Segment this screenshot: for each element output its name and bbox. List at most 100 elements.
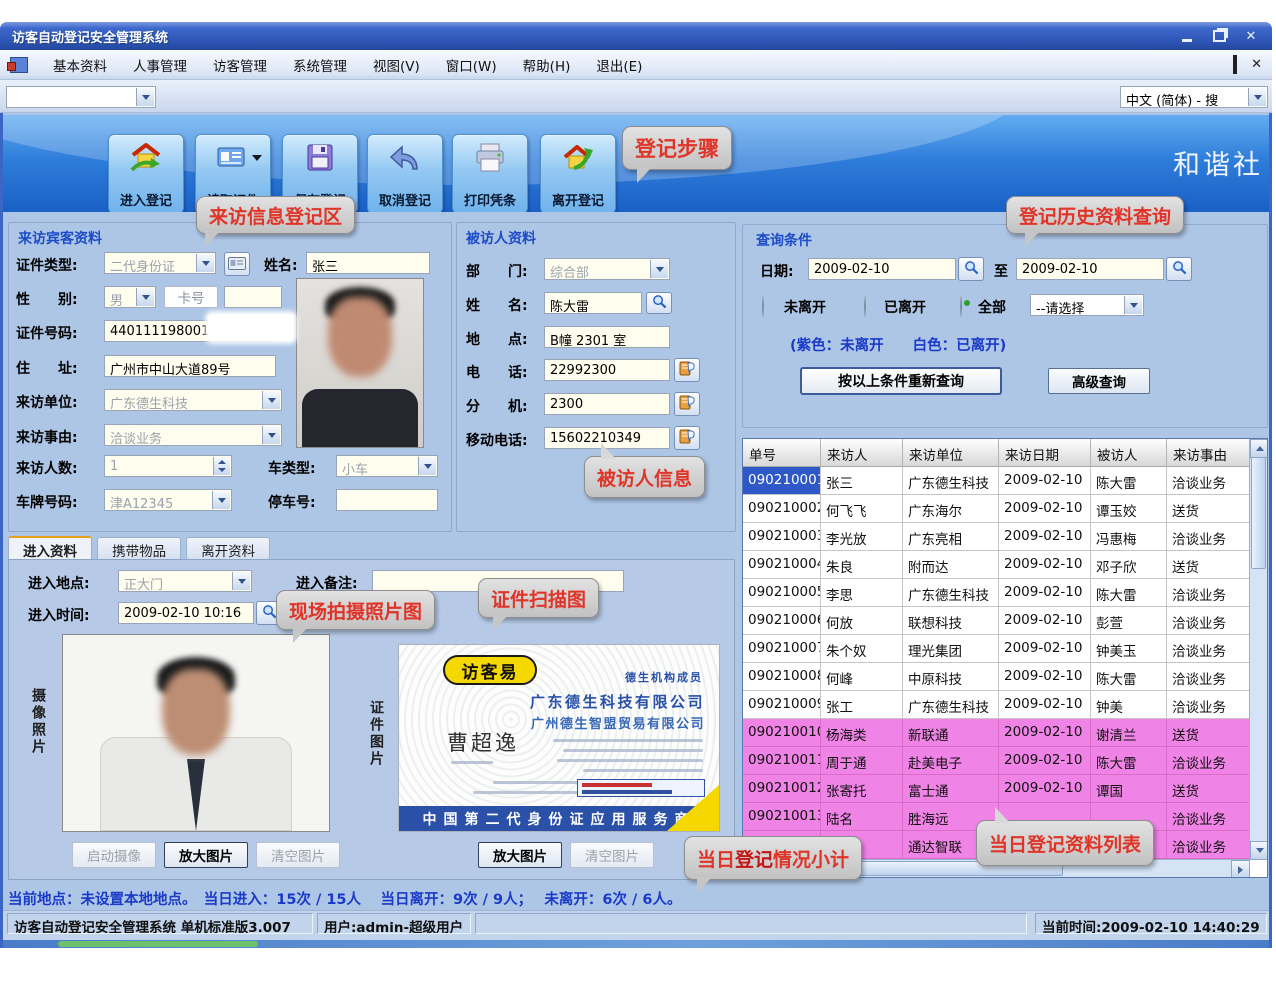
menu-item-help[interactable]: 帮助(H)	[510, 55, 584, 75]
visit-reason-combobox[interactable]: 洽谈业务	[104, 424, 282, 446]
gender-combobox[interactable]: 男	[104, 286, 156, 308]
zoom-photo-button-right[interactable]: 放大图片	[478, 842, 562, 868]
table-cell[interactable]: 2009-02-10	[999, 523, 1091, 551]
table-row[interactable]: 090210003李光放广东亮相2009-02-10冯惠梅洽谈业务	[743, 523, 1267, 551]
requery-button[interactable]: 按以上条件重新查询	[800, 367, 1002, 395]
table-cell[interactable]: 2009-02-10	[999, 775, 1091, 803]
scroll-up-icon[interactable]	[1250, 439, 1268, 458]
table-cell[interactable]: 邓子欣	[1091, 551, 1167, 579]
table-cell[interactable]: 2009-02-10	[999, 607, 1091, 635]
visit-company-combobox[interactable]: 广东德生科技	[104, 389, 282, 411]
table-cell[interactable]: 新联通	[903, 719, 999, 747]
table-cell[interactable]: 理光集团	[903, 635, 999, 663]
table-header[interactable]: 来访人	[821, 439, 903, 466]
start-camera-button[interactable]: 启动摄像	[72, 842, 156, 868]
table-cell[interactable]: 2009-02-10	[999, 663, 1091, 691]
table-cell[interactable]: 张三	[821, 467, 903, 495]
dial-ext-button[interactable]	[674, 392, 700, 416]
table-cell[interactable]: 何峰	[821, 663, 903, 691]
dept-combobox[interactable]: 综合部	[544, 258, 670, 280]
table-row[interactable]: 090210011周于通赴美电子2009-02-10陈大雷洽谈业务	[743, 747, 1267, 775]
table-cell[interactable]: 090210007	[743, 635, 821, 663]
table-row[interactable]: 090210012张寄托富士通2009-02-10谭国送货	[743, 775, 1267, 803]
table-cell[interactable]: 何飞飞	[821, 495, 903, 523]
language-combobox[interactable]: 中文 (简体) - 搜	[1120, 86, 1268, 108]
ext-field[interactable]: 2300	[544, 393, 670, 415]
table-cell[interactable]: 送货	[1167, 775, 1252, 803]
table-header[interactable]: 来访日期	[999, 439, 1091, 466]
table-cell[interactable]: 彭萱	[1091, 607, 1167, 635]
table-cell[interactable]: 谢清兰	[1091, 719, 1167, 747]
card-no-field[interactable]	[224, 286, 282, 308]
table-cell[interactable]: 李光放	[821, 523, 903, 551]
table-row[interactable]: 090210005李思广东德生科技2009-02-10陈大雷洽谈业务	[743, 579, 1267, 607]
table-cell[interactable]: 李思	[821, 579, 903, 607]
table-cell[interactable]: 冯惠梅	[1091, 523, 1167, 551]
table-cell[interactable]: 090210006	[743, 607, 821, 635]
table-cell[interactable]: 洽谈业务	[1167, 691, 1252, 719]
table-cell[interactable]: 陈大雷	[1091, 579, 1167, 607]
clear-photo-button-left[interactable]: 清空图片	[256, 842, 340, 868]
zoom-photo-button-left[interactable]: 放大图片	[164, 842, 248, 868]
tab-entry-info[interactable]: 进入资料	[8, 536, 92, 561]
table-cell[interactable]: 洽谈业务	[1167, 803, 1252, 831]
table-cell[interactable]: 090210009	[743, 691, 821, 719]
scroll-down-icon[interactable]	[1250, 841, 1268, 860]
table-cell[interactable]: 2009-02-10	[999, 551, 1091, 579]
menu-item-window[interactable]: 窗口(W)	[433, 55, 510, 75]
radio-not-left[interactable]	[762, 296, 764, 317]
table-cell[interactable]: 陈大雷	[1091, 663, 1167, 691]
table-cell[interactable]: 090210010	[743, 719, 821, 747]
enter-register-button[interactable]: 进入登记	[108, 134, 184, 212]
place-field[interactable]: B幢 2301 室	[544, 326, 670, 348]
chevron-down-icon[interactable]	[1124, 296, 1142, 314]
table-header[interactable]: 来访事由	[1167, 439, 1252, 466]
menu-item-hr[interactable]: 人事管理	[120, 55, 200, 75]
table-cell[interactable]: 陈大雷	[1091, 467, 1167, 495]
table-cell[interactable]: 洽谈业务	[1167, 747, 1252, 775]
radio-left[interactable]	[864, 296, 866, 317]
table-header[interactable]: 来访单位	[903, 439, 999, 466]
table-cell[interactable]: 2009-02-10	[999, 747, 1091, 775]
table-cell[interactable]: 谭国	[1091, 775, 1167, 803]
menu-item-view[interactable]: 视图(V)	[360, 55, 433, 75]
chevron-down-icon[interactable]	[252, 155, 262, 161]
chevron-down-icon[interactable]	[418, 457, 436, 475]
table-cell[interactable]: 洽谈业务	[1167, 635, 1252, 663]
table-header[interactable]: 被访人	[1091, 439, 1167, 466]
cancel-register-button[interactable]: 取消登记	[367, 134, 443, 212]
visitor-name-field[interactable]: 张三	[306, 252, 430, 274]
table-cell[interactable]: 090210004	[743, 551, 821, 579]
table-row[interactable]: 090210006何放联想科技2009-02-10彭萱洽谈业务	[743, 607, 1267, 635]
chevron-down-icon[interactable]	[136, 288, 154, 306]
table-cell[interactable]: 2009-02-10	[999, 691, 1091, 719]
table-cell[interactable]: 广东德生科技	[903, 467, 999, 495]
restore-icon[interactable]	[1208, 27, 1230, 45]
table-cell[interactable]: 洽谈业务	[1167, 579, 1252, 607]
date-from-field[interactable]: 2009-02-10	[808, 258, 956, 280]
table-row[interactable]: 090210002何飞飞广东海尔2009-02-10谭玉姣送货	[743, 495, 1267, 523]
table-cell[interactable]: 谭玉姣	[1091, 495, 1167, 523]
menu-item-exit[interactable]: 退出(E)	[583, 55, 655, 75]
table-row[interactable]: 090210010杨海类新联通2009-02-10谢清兰送货	[743, 719, 1267, 747]
table-cell[interactable]: 何放	[821, 607, 903, 635]
plate-combobox[interactable]: 津A12345	[104, 489, 232, 511]
table-cell[interactable]: 钟美	[1091, 691, 1167, 719]
scroll-right-icon[interactable]	[1231, 860, 1250, 878]
table-cell[interactable]: 广东亮相	[903, 523, 999, 551]
status-select-combobox[interactable]: --请选择	[1030, 294, 1144, 316]
table-cell[interactable]: 中原科技	[903, 663, 999, 691]
table-cell[interactable]: 陆名	[821, 803, 903, 831]
table-cell[interactable]: 周于通	[821, 747, 903, 775]
chevron-down-icon[interactable]	[650, 260, 668, 278]
table-header[interactable]: 单号	[743, 439, 821, 466]
table-cell[interactable]: 090210001	[743, 467, 821, 495]
table-cell[interactable]: 2009-02-10	[999, 719, 1091, 747]
minimize-icon[interactable]	[1176, 27, 1198, 45]
menu-item-visitor[interactable]: 访客管理	[200, 55, 280, 75]
visitor-count-stepper[interactable]: 1	[104, 455, 232, 477]
table-cell[interactable]: 附而达	[903, 551, 999, 579]
print-ticket-button[interactable]: 打印凭条	[452, 134, 528, 212]
table-cell[interactable]: 张工	[821, 691, 903, 719]
advanced-query-button[interactable]: 高级查询	[1048, 368, 1150, 394]
